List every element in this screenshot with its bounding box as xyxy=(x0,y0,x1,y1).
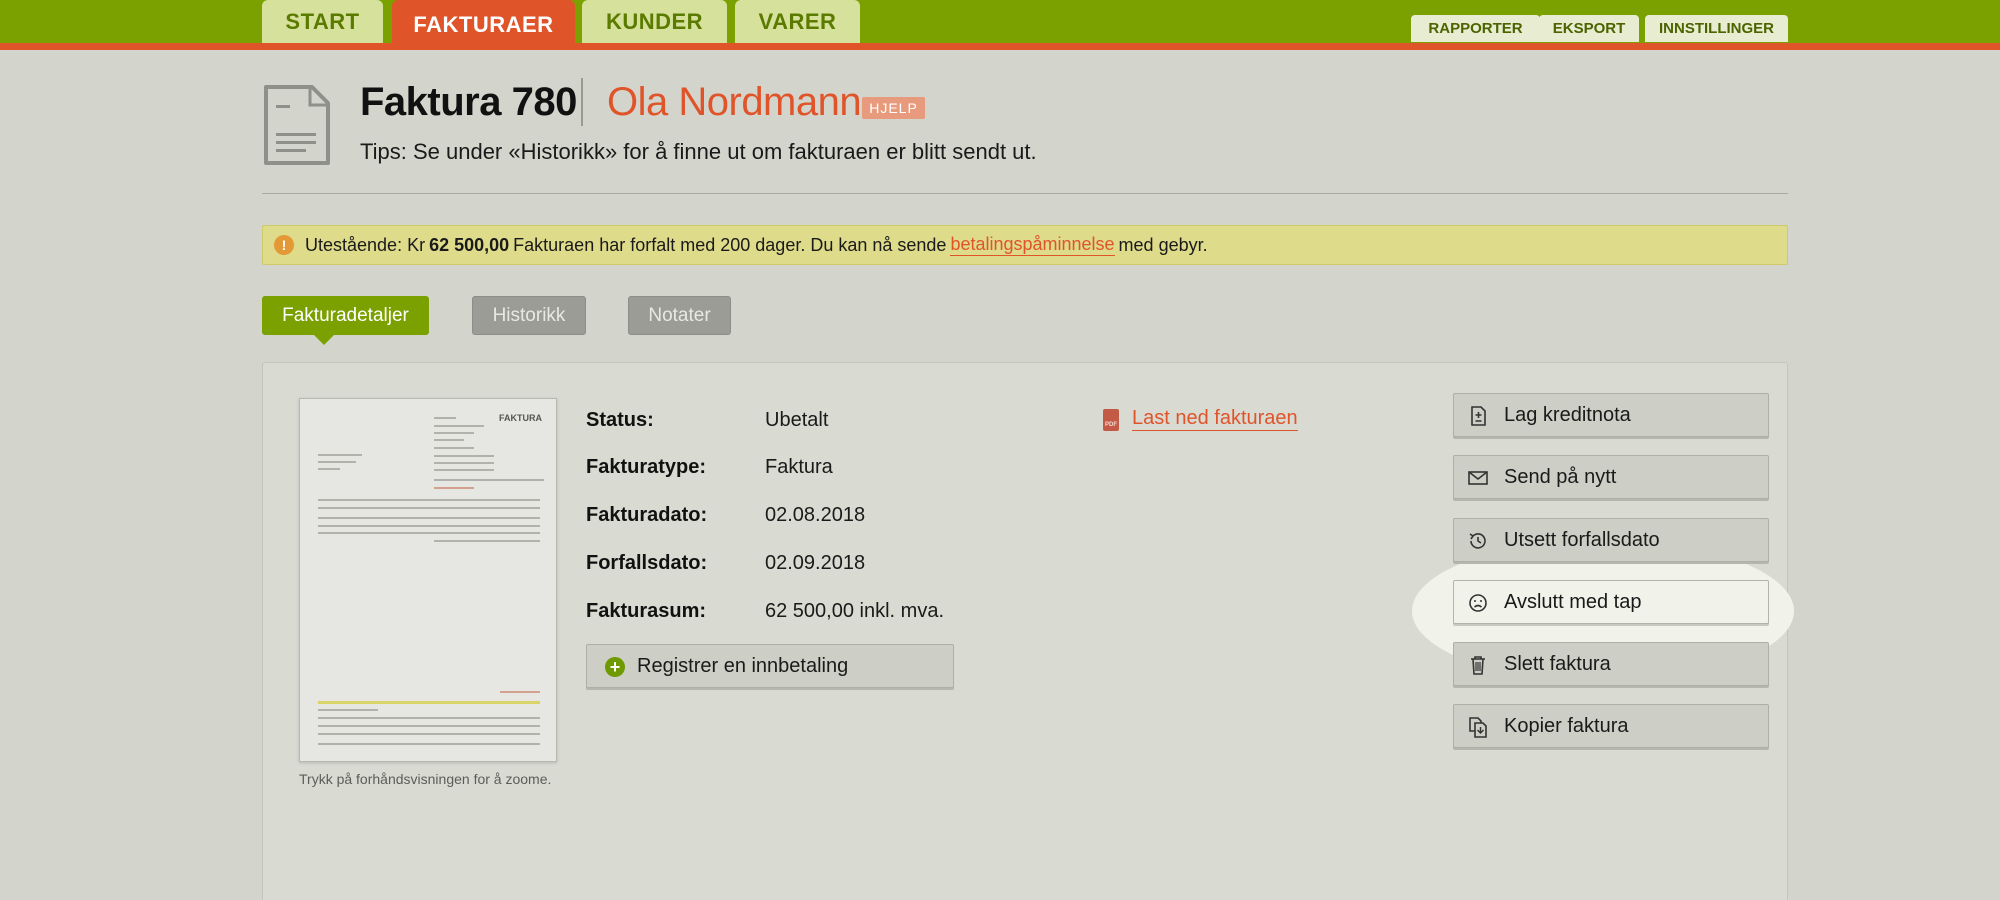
copy-icon xyxy=(1469,717,1487,738)
alert-suffix: med gebyr. xyxy=(1118,234,1208,255)
tips-text: Tips: Se under «Historikk» for å finne u… xyxy=(360,139,1037,164)
customer-name-link[interactable]: Ola Nordmann xyxy=(607,80,862,125)
detail-label-type: Fakturatype: xyxy=(586,456,707,478)
envelope-icon xyxy=(1468,471,1488,485)
alert-amount: 62 500,00 xyxy=(429,234,510,255)
clock-icon xyxy=(1469,533,1486,549)
nav-link-eksport[interactable]: EKSPORT xyxy=(1539,15,1639,42)
preview-caption: Trykk på forhåndsvisningen for å zoome. xyxy=(299,771,552,787)
invoice-document-icon xyxy=(264,85,330,165)
detail-label-sum: Fakturasum: xyxy=(586,600,707,622)
help-badge[interactable]: HJELP xyxy=(862,97,925,119)
alert-message: Fakturaen har forfalt med 200 dager. Du … xyxy=(513,234,947,255)
detail-value-sum: 62 500,00 inkl. mva. xyxy=(765,600,944,622)
nav-tab-kunder[interactable]: KUNDER xyxy=(582,0,727,43)
copy-invoice-button[interactable]: Kopier faktura xyxy=(1453,704,1769,748)
top-nav-bar: START FAKTURAER KUNDER VARER RAPPORTER E… xyxy=(0,0,2000,50)
tab-historikk[interactable]: Historikk xyxy=(472,296,586,335)
register-payment-button[interactable]: + Registrer en innbetaling xyxy=(586,644,954,688)
resend-label: Send på nytt xyxy=(1504,465,1617,488)
detail-value-type: Faktura xyxy=(765,456,833,478)
nav-tab-fakturaer[interactable]: FAKTURAER xyxy=(392,0,575,50)
sad-face-icon xyxy=(1469,594,1487,612)
close-with-loss-button[interactable]: Avslutt med tap xyxy=(1453,580,1769,624)
overdue-alert: ! Utestående: Kr 62 500,00 Fakturaen har… xyxy=(262,225,1788,265)
postpone-due-date-button[interactable]: Utsett forfallsdato xyxy=(1453,518,1769,562)
delete-invoice-label: Slett faktura xyxy=(1504,652,1611,675)
register-payment-label: Registrer en innbetaling xyxy=(637,654,849,677)
download-invoice-link[interactable]: Last ned fakturaen xyxy=(1132,407,1298,431)
create-credit-note-label: Lag kreditnota xyxy=(1504,403,1631,426)
detail-label-invoice-date: Fakturadato: xyxy=(586,504,708,526)
invoice-preview-thumbnail[interactable]: FAKTURA xyxy=(299,398,557,762)
delete-invoice-button[interactable]: Slett faktura xyxy=(1453,642,1769,686)
pdf-file-icon: PDF xyxy=(1103,409,1119,431)
detail-label-due-date: Forfallsdato: xyxy=(586,552,708,574)
tab-fakturadetaljer[interactable]: Fakturadetaljer xyxy=(262,296,429,335)
exclamation-icon: ! xyxy=(274,235,294,255)
preview-heading: FAKTURA xyxy=(499,413,542,423)
nav-link-innstillinger[interactable]: INNSTILLINGER xyxy=(1645,15,1788,42)
postpone-due-date-label: Utsett forfallsdato xyxy=(1504,528,1660,551)
detail-value-status: Ubetalt xyxy=(765,409,829,431)
plus-circle-icon: + xyxy=(605,657,625,677)
nav-tab-varer[interactable]: VARER xyxy=(735,0,860,43)
header-divider xyxy=(262,193,1788,194)
detail-value-invoice-date: 02.08.2018 xyxy=(765,504,866,526)
copy-invoice-label: Kopier faktura xyxy=(1504,714,1629,737)
active-tab-pointer xyxy=(314,335,334,345)
resend-button[interactable]: Send på nytt xyxy=(1453,455,1769,499)
detail-value-due-date: 02.09.2018 xyxy=(765,552,866,574)
tab-notater[interactable]: Notater xyxy=(628,296,731,335)
nav-tab-start[interactable]: START xyxy=(262,0,383,43)
trash-icon xyxy=(1471,656,1485,675)
detail-label-status: Status: xyxy=(586,409,654,431)
alert-prefix: Utestående: Kr xyxy=(305,234,426,255)
credit-note-icon xyxy=(1471,406,1486,426)
payment-reminder-link[interactable]: betalingspåminnelse xyxy=(950,234,1115,256)
close-with-loss-label: Avslutt med tap xyxy=(1504,590,1642,613)
page-title: Faktura 780 xyxy=(360,80,577,124)
nav-link-rapporter[interactable]: RAPPORTER xyxy=(1411,15,1540,42)
title-separator xyxy=(581,78,583,126)
create-credit-note-button[interactable]: Lag kreditnota xyxy=(1453,393,1769,437)
